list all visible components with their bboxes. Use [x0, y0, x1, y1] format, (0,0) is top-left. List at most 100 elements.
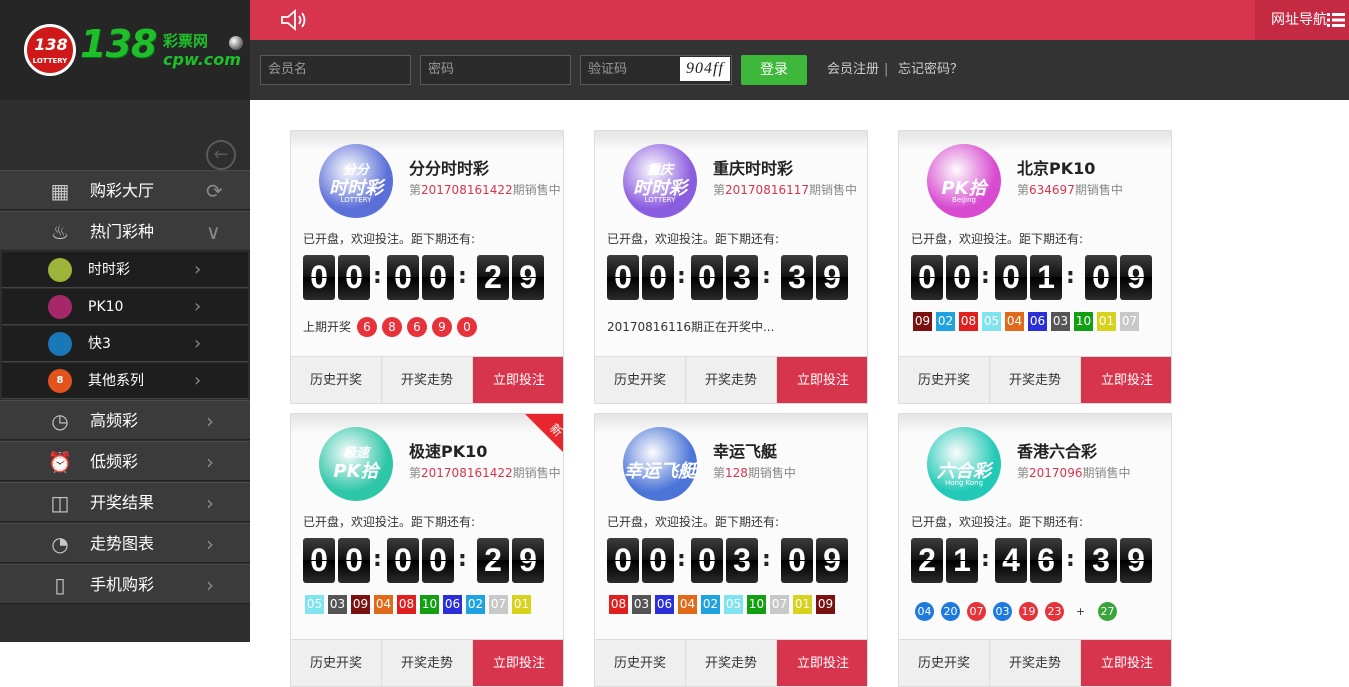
countdown-digit: 0 — [607, 255, 639, 300]
bet-now-button[interactable]: 立即投注 — [1081, 357, 1171, 403]
pk10-ball-icon — [48, 295, 72, 319]
lottery-title[interactable]: 北京PK10 — [1017, 155, 1095, 179]
issue-prefix: 第 — [713, 183, 726, 197]
result-number-box: 05 — [982, 312, 1001, 331]
sidebar-submenu-item[interactable]: 8 其他系列 › — [2, 363, 248, 399]
countdown-digit: 9 — [1120, 538, 1152, 583]
result-number-box: 03 — [1051, 312, 1070, 331]
lottery-title[interactable]: 重庆时时彩 — [713, 155, 793, 179]
bet-now-button[interactable]: 立即投注 — [473, 357, 563, 403]
password-placeholder: 密码 — [428, 62, 455, 77]
sidebar-menu-item[interactable]: ◔ 走势图表 › — [0, 523, 250, 563]
bet-now-button[interactable]: 立即投注 — [473, 640, 563, 686]
history-button[interactable]: 历史开奖 — [899, 640, 990, 686]
countdown-digit: 1 — [1030, 255, 1062, 300]
trend-button[interactable]: 开奖走势 — [686, 640, 777, 686]
stopwatch-icon: ◷ — [51, 409, 69, 433]
mobile-phone-icon: ▯ — [54, 573, 66, 597]
lottery-title[interactable]: 极速PK10 — [409, 438, 487, 462]
countdown-digit: 0 — [691, 255, 723, 300]
countdown-colon: : — [458, 547, 467, 572]
countdown-digit: 0 — [387, 255, 419, 300]
forgot-password-link[interactable]: 忘记密码？ — [898, 55, 963, 85]
history-button[interactable]: 历史开奖 — [899, 357, 990, 403]
sidebar-menu-item[interactable]: ♨ 热门彩种 ∨ — [0, 211, 250, 251]
history-button[interactable]: 历史开奖 — [595, 640, 686, 686]
sidebar-menu-label: 走势图表 — [90, 534, 155, 553]
logo-chinese-name: 彩票网 — [163, 32, 209, 50]
issue-prefix: 第 — [1017, 466, 1030, 480]
countdown-colon: : — [1066, 547, 1075, 572]
lottery-title[interactable]: 香港六合彩 — [1017, 438, 1097, 462]
sidebar-menu-label: 低频彩 — [90, 452, 139, 471]
trend-button[interactable]: 开奖走势 — [990, 640, 1081, 686]
list-menu-icon — [1327, 13, 1345, 27]
site-navigation-button[interactable]: 网址导航 — [1255, 0, 1349, 40]
sidebar-menu-item[interactable]: ◫ 开奖结果 › — [0, 482, 250, 522]
issue-number: 20170816117 — [725, 183, 809, 197]
open-status-text: 已开盘，欢迎投注。距下期还有: — [911, 232, 1084, 246]
sidebar-submenu-item[interactable]: 时时彩 › — [2, 252, 248, 288]
countdown-digit: 2 — [477, 255, 509, 300]
password-input[interactable]: 密码 — [420, 55, 571, 85]
countdown-colon: : — [677, 547, 686, 572]
username-input[interactable]: 会员名 — [260, 55, 411, 85]
lottery-title[interactable]: 幸运飞艇 — [713, 438, 777, 462]
trend-button[interactable]: 开奖走势 — [990, 357, 1081, 403]
register-link[interactable]: 会员注册 — [827, 55, 879, 85]
top-notice-bar: 网址导航 — [250, 0, 1349, 40]
result-number-box: 03 — [328, 595, 347, 614]
trend-button[interactable]: 开奖走势 — [686, 357, 777, 403]
history-button[interactable]: 历史开奖 — [291, 357, 382, 403]
login-bar: 会员名 密码 验证码 904ff 登录 会员注册 | 忘记密码？ — [250, 40, 1349, 100]
card-shade — [291, 131, 563, 151]
result-number-box: 07 — [489, 595, 508, 614]
bet-now-button[interactable]: 立即投注 — [777, 640, 867, 686]
trend-button[interactable]: 开奖走势 — [382, 357, 473, 403]
history-button[interactable]: 历史开奖 — [595, 357, 686, 403]
sidebar-submenu-label: 快3 — [88, 336, 111, 352]
sidebar-menu-label: 手机购彩 — [90, 575, 155, 594]
result-number-box: 05 — [305, 595, 324, 614]
lottery-title[interactable]: 分分时时彩 — [409, 155, 489, 179]
result-ball: 9 — [432, 317, 452, 337]
issue-number: 2017096 — [1029, 466, 1083, 480]
link-separator: | — [884, 62, 889, 77]
collapse-back-icon[interactable]: ← — [206, 140, 236, 170]
captcha-image[interactable]: 904ff — [680, 57, 730, 81]
special-ball: 27 — [1098, 602, 1117, 621]
speaker-icon[interactable] — [280, 9, 310, 31]
lottery-logo[interactable]: 分分 时时彩 LOTTERY — [319, 144, 393, 218]
site-logo[interactable]: 138 LOTTERY 138 彩票网 cpw.com — [0, 0, 250, 100]
lottery-logo[interactable]: 六合彩 Hong Kong — [927, 427, 1001, 501]
countdown-digit: 1 — [946, 538, 978, 583]
issue-info: 第634697期销售中 — [1017, 181, 1123, 198]
bet-now-button[interactable]: 立即投注 — [777, 357, 867, 403]
result-number-box: 01 — [512, 595, 531, 614]
lottery-card: 重庆 时时彩 LOTTERY 重庆时时彩 第20170816117期销售中 已开盘，欢迎投… — [594, 130, 868, 404]
issue-info: 第20170816117期销售中 — [713, 181, 857, 198]
sidebar-menu-item[interactable]: ▦ 购彩大厅 ⟳ — [0, 170, 250, 210]
logo-line-2: PK拾 — [333, 461, 379, 482]
result-number-box: 02 — [936, 312, 955, 331]
lottery-logo[interactable]: PK拾 BeiJing — [927, 144, 1001, 218]
trend-button[interactable]: 开奖走势 — [382, 640, 473, 686]
bet-now-button[interactable]: 立即投注 — [1081, 640, 1171, 686]
history-button[interactable]: 历史开奖 — [291, 640, 382, 686]
result-number-box: 04 — [678, 595, 697, 614]
lottery-logo[interactable]: 重庆 时时彩 LOTTERY — [623, 144, 697, 218]
countdown-colon: : — [373, 264, 382, 289]
sidebar-submenu-item[interactable]: PK10 › — [2, 289, 248, 325]
login-button[interactable]: 登录 — [741, 55, 807, 85]
lottery-logo[interactable]: 幸运飞艇 — [623, 427, 697, 501]
chevron-down-icon: ∨ — [206, 220, 221, 244]
result-ball: 03 — [993, 602, 1012, 621]
countdown-digit: 0 — [387, 538, 419, 583]
captcha-placeholder: 验证码 — [588, 62, 628, 77]
countdown-digit: 0 — [607, 538, 639, 583]
sidebar-menu-item[interactable]: ⏰ 低频彩 › — [0, 441, 250, 481]
sidebar-menu-item[interactable]: ◷ 高频彩 › — [0, 400, 250, 440]
sidebar-menu-item[interactable]: ▯ 手机购彩 › — [0, 564, 250, 604]
lottery-logo[interactable]: 极速 PK拾 — [319, 427, 393, 501]
sidebar-submenu-item[interactable]: 快3 › — [2, 326, 248, 362]
